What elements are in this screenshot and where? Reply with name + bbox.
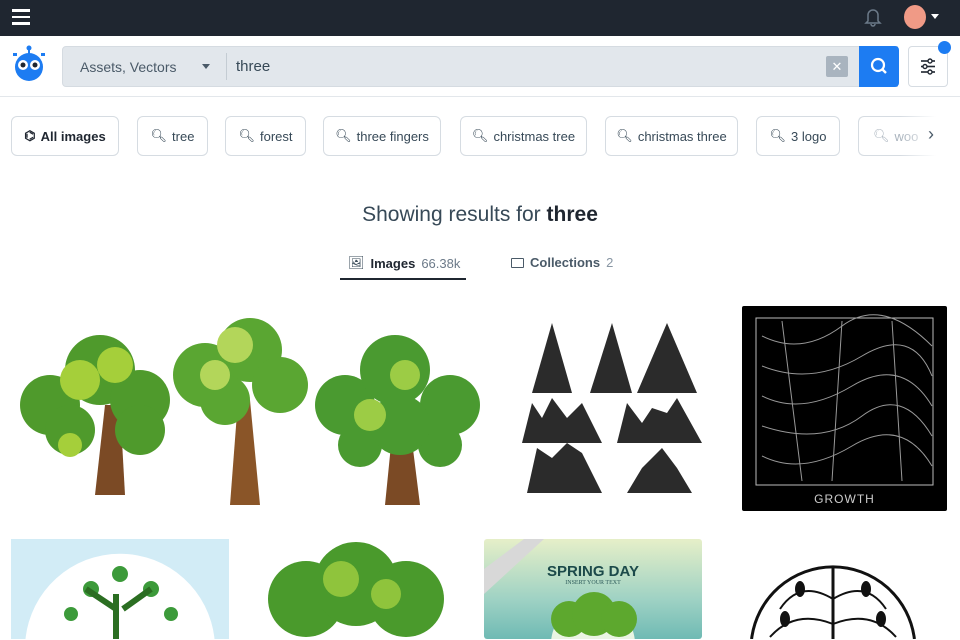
search-bar: Assets, Vectors three ✕ (62, 46, 898, 87)
all-images-icon: ⌬ (24, 128, 36, 143)
chip-tree[interactable]: 🔍︎ tree (137, 116, 208, 156)
growth-label: GROWTH (814, 492, 875, 506)
tab-count: 66.38k (421, 255, 461, 271)
header-divider (0, 96, 960, 97)
title-term: three (546, 203, 598, 226)
tab-collections[interactable]: Collections 2 (511, 255, 613, 270)
chip-label: three fingers (356, 128, 429, 144)
chip-label: christmas tree (493, 128, 576, 144)
search-icon (870, 57, 887, 74)
page-title: Showing results for three (0, 203, 960, 227)
chip-forest[interactable]: 🔍︎ forest (225, 116, 306, 156)
search-icon: 🔍︎ (335, 128, 352, 143)
chip-christmas-three[interactable]: 🔍︎ christmas three (605, 116, 738, 156)
result-image-pine-silhouettes[interactable] (512, 318, 712, 498)
top-bar (0, 0, 960, 36)
search-input[interactable]: three (236, 47, 816, 86)
result-image-bush[interactable] (246, 539, 464, 639)
chevron-right-icon[interactable]: › (928, 124, 934, 145)
avatar[interactable] (904, 5, 926, 29)
bell-icon[interactable] (864, 7, 882, 27)
result-image-tree-circle[interactable] (11, 539, 229, 639)
search-icon: 🔍︎ (150, 128, 168, 143)
chip-label: tree (172, 128, 195, 144)
tree-graphic (25, 553, 215, 639)
images-icon: 🖼︎ (348, 255, 365, 270)
chip-label: 3 logo (791, 128, 827, 144)
spring-title: SPRING DAY (547, 563, 639, 580)
active-tab-underline (340, 278, 466, 280)
tab-label: Images (370, 255, 416, 271)
chip-label: christmas three (637, 128, 727, 144)
chip-3-logo[interactable]: 🔍︎ 3 logo (756, 116, 840, 156)
search-icon: 🔍︎ (238, 128, 255, 143)
search-icon: 🔍︎ (471, 128, 489, 143)
search-icon: 🔍︎ (873, 128, 890, 143)
tab-count: 2 (606, 255, 614, 270)
chevron-down-icon[interactable] (931, 14, 939, 19)
search-icon: 🔍︎ (616, 128, 633, 143)
chip-christmas-tree[interactable]: 🔍︎ christmas tree (460, 116, 587, 156)
title-prefix: Showing results for (362, 203, 541, 226)
menu-icon[interactable] (12, 9, 30, 25)
chip-label: All images (40, 128, 106, 144)
result-image-growth[interactable]: GROWTH (742, 306, 947, 511)
chip-label: forest (260, 128, 293, 144)
filter-badge (938, 41, 951, 54)
tab-images[interactable]: 🖼︎ Images 66.38k (348, 255, 460, 271)
divider (226, 53, 227, 80)
search-button[interactable] (859, 46, 899, 87)
search-icon: 🔍︎ (769, 128, 787, 143)
result-image-spring-day[interactable]: SPRING DAY INSERT YOUR TEXT (484, 539, 702, 639)
leaf-pattern-graphic (755, 314, 934, 486)
category-label: Assets, Vectors (80, 58, 177, 75)
folder-icon (511, 257, 524, 268)
clear-button[interactable]: ✕ (826, 56, 848, 77)
tree-graphic (484, 539, 637, 639)
chip-all-images[interactable]: ⌬ All images (11, 116, 119, 156)
bush-graphic (268, 542, 444, 637)
category-select[interactable]: Assets, Vectors (63, 47, 226, 86)
result-image-ornamental-tree[interactable] (720, 539, 947, 639)
caret-down-icon (202, 64, 210, 69)
chip-three-fingers[interactable]: 🔍︎ three fingers (323, 116, 441, 156)
tab-label: Collections (530, 255, 601, 270)
result-image-trees[interactable] (10, 305, 482, 511)
ornament-graphic (750, 565, 916, 639)
spring-subtitle: INSERT YOUR TEXT (565, 580, 621, 586)
logo[interactable] (10, 44, 48, 82)
